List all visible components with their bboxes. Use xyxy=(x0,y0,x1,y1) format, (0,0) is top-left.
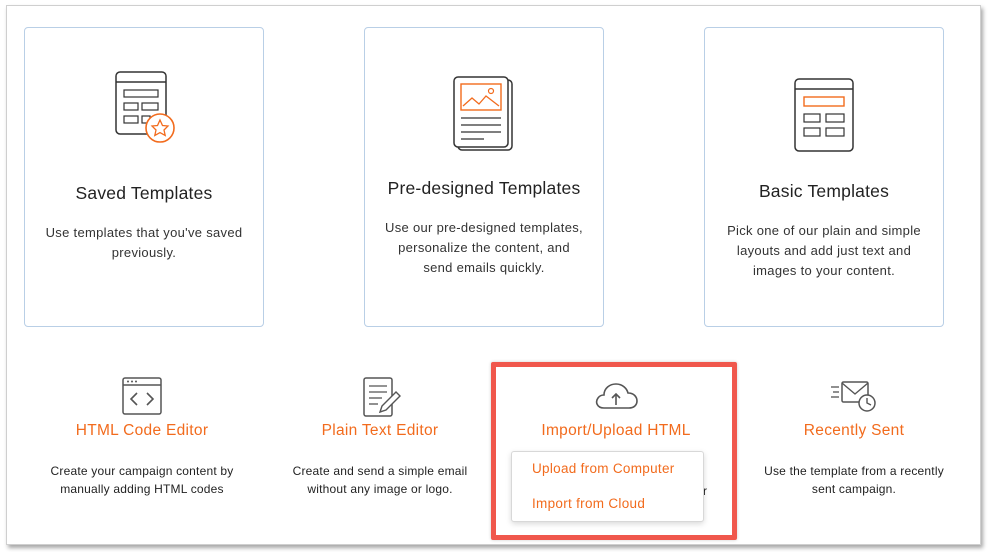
html-code-editor-option[interactable]: HTML Code Editor Create your campaign co… xyxy=(32,372,252,502)
mail-clock-icon xyxy=(831,381,876,412)
import-from-cloud-menu-item[interactable]: Import from Cloud xyxy=(532,496,645,511)
basic-template-icon xyxy=(794,78,854,152)
card-title: Basic Templates xyxy=(758,181,890,201)
text-document-icon xyxy=(363,377,401,417)
option-title: Plain Text Editor xyxy=(321,422,439,439)
card-title: Saved Templates xyxy=(75,183,213,203)
card-title: Pre-designed Templates xyxy=(387,178,581,198)
option-title: Recently Sent xyxy=(803,422,905,439)
card-description: Use our pre-designed templates, personal… xyxy=(385,220,583,275)
basic-templates-card[interactable]: Basic Templates Pick one of our plain an… xyxy=(704,27,944,327)
import-upload-dropdown-menu: Upload from Computer Import from Cloud xyxy=(511,451,704,522)
code-window-icon xyxy=(122,377,162,415)
plain-text-editor-option[interactable]: Plain Text Editor Create and send a simp… xyxy=(270,372,490,502)
recently-sent-option[interactable]: Recently Sent Use the template from a re… xyxy=(744,372,964,502)
card-description: Use templates that you've saved previous… xyxy=(45,225,243,260)
option-title: HTML Code Editor xyxy=(75,422,209,439)
saved-template-icon xyxy=(115,71,175,143)
option-description: Use the template from a recently sent ca… xyxy=(764,464,944,496)
predesigned-templates-card[interactable]: Pre-designed Templates Use our pre-desig… xyxy=(364,27,604,327)
upload-from-computer-menu-item[interactable]: Upload from Computer xyxy=(532,461,675,476)
option-description: Create and send a simple email without a… xyxy=(292,464,468,496)
predesigned-template-icon xyxy=(453,76,513,151)
option-description: Create your campaign content by manually… xyxy=(50,464,234,496)
card-description: Pick one of our plain and simple layouts… xyxy=(727,223,921,278)
saved-templates-card[interactable]: Saved Templates Use templates that you'v… xyxy=(24,27,264,327)
